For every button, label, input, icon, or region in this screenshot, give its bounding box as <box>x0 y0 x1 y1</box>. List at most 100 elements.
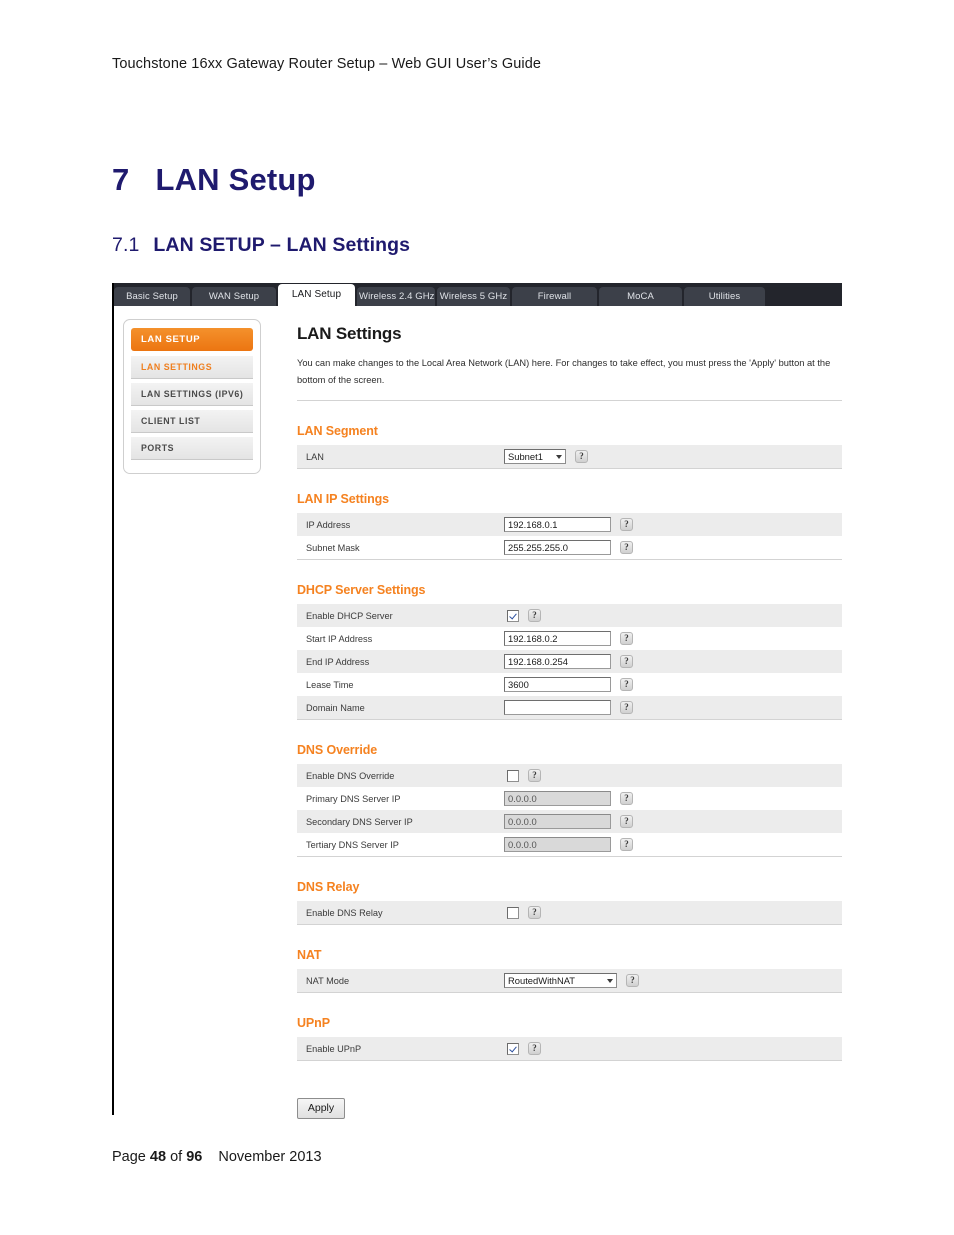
help-icon-lease-time[interactable]: ? <box>620 678 633 692</box>
label-lan: LAN <box>306 451 324 462</box>
label-enable-upnp: Enable UPnP <box>306 1043 362 1054</box>
help-icon-lan[interactable]: ? <box>575 450 588 464</box>
tab-wireless-24ghz[interactable]: Wireless 2.4 GHz <box>357 287 435 306</box>
section-title: LAN SETUP – LAN Settings <box>153 234 411 256</box>
help-icon-domain-name[interactable]: ? <box>620 701 633 715</box>
domain-name-input[interactable] <box>504 700 611 716</box>
help-icon-primary-dns[interactable]: ? <box>620 792 633 806</box>
row-enable-upnp: Enable UPnP ? <box>297 1037 842 1061</box>
group-title-lan-segment: LAN Segment <box>297 424 378 439</box>
chapter-title: LAN Setup <box>155 162 316 197</box>
help-icon-enable-dns-relay[interactable]: ? <box>528 906 541 920</box>
help-icon-nat-mode[interactable]: ? <box>626 974 639 988</box>
enable-dns-override-checkbox[interactable] <box>507 769 519 782</box>
sidebar-item-lan-settings[interactable]: LAN SETTINGS <box>131 356 253 379</box>
tab-utilities[interactable]: Utilities <box>684 287 765 306</box>
rows-dns-relay: Enable DNS Relay ? <box>297 901 842 925</box>
rows-dhcp: Enable DHCP Server ? Start IP Address ? <box>297 604 842 720</box>
enable-dns-relay-checkbox[interactable] <box>507 906 519 919</box>
ip-address-input[interactable] <box>504 517 611 533</box>
subnet-mask-input[interactable] <box>504 540 611 556</box>
apply-row: Apply <box>297 1098 843 1120</box>
nat-mode-select[interactable]: RoutedWithNAT <box>504 973 617 989</box>
help-icon-secondary-dns[interactable]: ? <box>620 815 633 829</box>
label-secondary-dns: Secondary DNS Server IP <box>306 816 413 827</box>
section-number: 7.1 <box>112 234 140 256</box>
footer-of-word: of <box>170 1149 183 1165</box>
label-tertiary-dns: Tertiary DNS Server IP <box>306 839 399 850</box>
help-icon-enable-dns-override[interactable]: ? <box>528 769 541 783</box>
label-nat-mode: NAT Mode <box>306 975 350 986</box>
label-domain-name: Domain Name <box>306 702 365 713</box>
divider <box>297 1060 842 1062</box>
group-lan-ip-settings: LAN IP Settings IP Address ? Subnet Mask <box>297 492 843 561</box>
row-lan: LAN Subnet1 ? <box>297 445 842 469</box>
sidebar-item-lan-settings-ipv6[interactable]: LAN SETTINGS (IPV6) <box>131 383 253 406</box>
tab-moca[interactable]: MoCA <box>599 287 682 306</box>
row-domain-name: Domain Name ? <box>297 696 842 720</box>
divider <box>297 992 842 994</box>
tab-wan-setup[interactable]: WAN Setup <box>192 287 276 306</box>
group-title-dhcp: DHCP Server Settings <box>297 583 426 598</box>
lease-time-input[interactable] <box>504 677 611 693</box>
rows-lan-ip: IP Address ? Subnet Mask ? <box>297 513 842 560</box>
label-enable-dns-relay: Enable DNS Relay <box>306 907 383 918</box>
nat-mode-value: RoutedWithNAT <box>508 975 576 987</box>
tab-basic-setup[interactable]: Basic Setup <box>114 287 190 306</box>
group-dns-relay: DNS Relay Enable DNS Relay ? <box>297 880 843 926</box>
tab-lan-setup[interactable]: LAN Setup <box>278 284 355 306</box>
row-secondary-dns: Secondary DNS Server IP ? <box>297 810 842 834</box>
group-lan-segment: LAN Segment LAN Subnet1 ? <box>297 424 843 470</box>
row-enable-dns-override: Enable DNS Override ? <box>297 764 842 788</box>
label-enable-dns-override: Enable DNS Override <box>306 770 395 781</box>
label-lease-time: Lease Time <box>306 679 354 690</box>
end-ip-address-input[interactable] <box>504 654 611 670</box>
sidebar-item-client-list[interactable]: CLIENT LIST <box>131 410 253 433</box>
primary-dns-input[interactable] <box>504 791 611 807</box>
row-enable-dns-relay: Enable DNS Relay ? <box>297 901 842 925</box>
footer-total-pages: 96 <box>186 1149 203 1165</box>
start-ip-address-input[interactable] <box>504 631 611 647</box>
help-icon-end-ip[interactable]: ? <box>620 655 633 669</box>
row-primary-dns: Primary DNS Server IP ? <box>297 787 842 811</box>
label-enable-dhcp-server: Enable DHCP Server <box>306 610 393 621</box>
secondary-dns-input[interactable] <box>504 814 611 830</box>
row-ip-address: IP Address ? <box>297 513 842 537</box>
row-lease-time: Lease Time ? <box>297 673 842 697</box>
chevron-down-icon <box>556 454 562 459</box>
row-end-ip-address: End IP Address ? <box>297 650 842 674</box>
lan-segment-select[interactable]: Subnet1 <box>504 449 566 465</box>
row-enable-dhcp-server: Enable DHCP Server ? <box>297 604 842 628</box>
tertiary-dns-input[interactable] <box>504 837 611 853</box>
group-nat: NAT NAT Mode RoutedWithNAT ? <box>297 948 843 994</box>
rows-dns-override: Enable DNS Override ? Primary DNS Server… <box>297 764 842 857</box>
enable-dhcp-server-checkbox[interactable] <box>507 609 519 622</box>
router-web-gui-screenshot: Basic Setup WAN Setup LAN Setup Wireless… <box>114 283 842 1120</box>
help-icon-start-ip[interactable]: ? <box>620 632 633 646</box>
group-title-lan-ip-settings: LAN IP Settings <box>297 492 390 507</box>
page-title: LAN Settings <box>297 324 402 343</box>
divider <box>297 400 842 402</box>
label-start-ip-address: Start IP Address <box>306 633 373 644</box>
running-header: Touchstone 16xx Gateway Router Setup – W… <box>112 56 542 72</box>
help-icon-subnet-mask[interactable]: ? <box>620 541 633 555</box>
chapter-number: 7 <box>112 162 130 197</box>
tab-wireless-5ghz[interactable]: Wireless 5 GHz <box>437 287 510 306</box>
divider <box>297 719 842 721</box>
content-panel: LAN Settings You can make changes to the… <box>297 324 843 1120</box>
footer-page-number: 48 <box>149 1149 167 1165</box>
footer-page-word: Page <box>112 1149 146 1165</box>
help-icon-enable-upnp[interactable]: ? <box>528 1042 541 1056</box>
enable-upnp-checkbox[interactable] <box>507 1042 519 1055</box>
help-icon-tertiary-dns[interactable]: ? <box>620 838 633 852</box>
divider <box>297 856 842 858</box>
group-dns-override: DNS Override Enable DNS Override ? Prima… <box>297 743 843 858</box>
sidebar-item-ports[interactable]: PORTS <box>131 437 253 460</box>
lan-segment-value: Subnet1 <box>508 451 543 463</box>
row-nat-mode: NAT Mode RoutedWithNAT ? <box>297 969 842 993</box>
help-icon-ip-address[interactable]: ? <box>620 518 633 532</box>
apply-button[interactable]: Apply <box>297 1098 345 1120</box>
help-icon-enable-dhcp-server[interactable]: ? <box>528 609 541 623</box>
label-ip-address: IP Address <box>306 519 351 530</box>
tab-firewall[interactable]: Firewall <box>512 287 597 306</box>
